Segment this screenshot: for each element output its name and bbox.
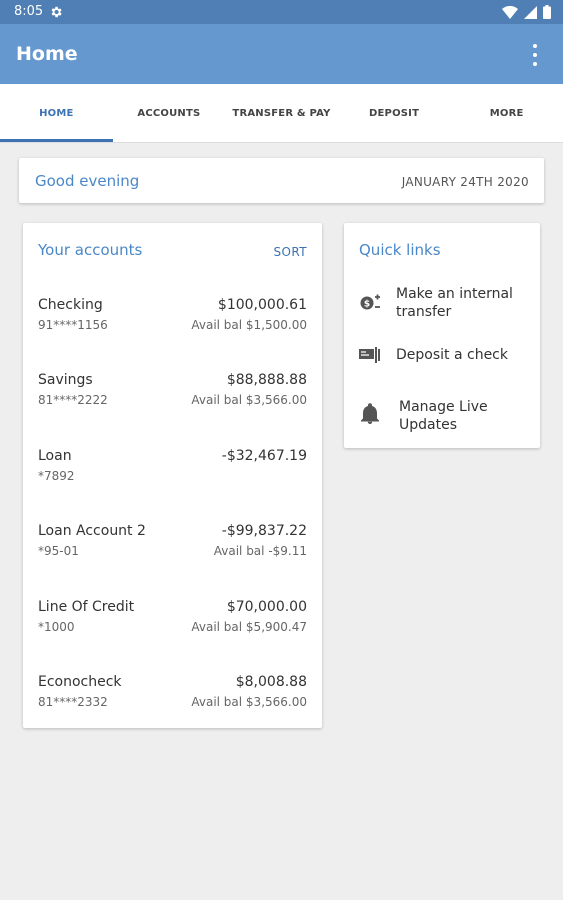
- tab-deposit[interactable]: DEPOSIT: [338, 84, 451, 142]
- account-available-balance: Avail bal $3,566.00: [191, 393, 307, 407]
- greeting-card: Good evening JANUARY 24TH 2020: [19, 158, 544, 203]
- account-number: 81****2332: [38, 695, 108, 709]
- page-title: Home: [16, 43, 78, 65]
- account-row-savings[interactable]: Savings 81****2222 $88,888.88 Avail bal …: [23, 372, 322, 432]
- account-row-loan[interactable]: Loan *7892 -$32,467.19: [23, 448, 322, 508]
- quick-link-label: Manage Live Updates: [399, 399, 488, 433]
- wifi-icon: [502, 5, 518, 19]
- tab-bar: HOME ACCOUNTS TRANSFER & PAY DEPOSIT MOR…: [0, 84, 563, 143]
- quick-links-title: Quick links: [359, 241, 441, 259]
- quick-link-label: Make an internal transfer: [396, 286, 513, 320]
- check-deposit-icon: [359, 347, 380, 363]
- account-row-line-of-credit[interactable]: Line Of Credit *1000 $70,000.00 Avail ba…: [23, 599, 322, 659]
- account-balance: -$32,467.19: [221, 448, 307, 464]
- status-bar: 8:05: [0, 0, 563, 24]
- bell-icon: [361, 403, 379, 424]
- account-name: Loan: [38, 448, 72, 464]
- account-name: Savings: [38, 372, 93, 388]
- account-available-balance: Avail bal -$9.11: [213, 544, 307, 558]
- quick-link-manage-live-updates[interactable]: Manage Live Updates: [344, 396, 540, 436]
- account-name: Line Of Credit: [38, 599, 135, 615]
- account-number: 81****2222: [38, 393, 108, 407]
- tab-accounts[interactable]: ACCOUNTS: [113, 84, 226, 142]
- overflow-menu-icon[interactable]: [525, 44, 545, 66]
- transfer-money-icon: $: [360, 294, 380, 310]
- tab-more[interactable]: MORE: [450, 84, 563, 142]
- account-name: Econocheck: [38, 674, 122, 690]
- account-available-balance: Avail bal $1,500.00: [191, 318, 307, 332]
- account-balance: -$99,837.22: [221, 523, 307, 539]
- accounts-title: Your accounts: [38, 241, 143, 259]
- sort-button[interactable]: SORT: [274, 245, 307, 259]
- account-number: *7892: [38, 469, 75, 483]
- tab-transfer-pay[interactable]: TRANSFER & PAY: [225, 84, 338, 142]
- account-name: Loan Account 2: [38, 523, 146, 539]
- tab-home[interactable]: HOME: [0, 84, 113, 142]
- settings-gear-icon: [51, 6, 62, 18]
- account-balance: $8,008.88: [235, 674, 307, 690]
- account-balance: $100,000.61: [217, 297, 307, 313]
- status-time: 8:05: [14, 4, 44, 19]
- greeting-date: JANUARY 24TH 2020: [401, 175, 529, 189]
- svg-text:$: $: [364, 300, 370, 310]
- account-number: 91****1156: [38, 318, 108, 332]
- account-row-loan-account-2[interactable]: Loan Account 2 *95-01 -$99,837.22 Avail …: [23, 523, 322, 583]
- account-row-econocheck[interactable]: Econocheck 81****2332 $8,008.88 Avail ba…: [23, 674, 322, 734]
- account-name: Checking: [38, 297, 103, 313]
- quick-link-internal-transfer[interactable]: $ Make an internal transfer: [344, 283, 540, 323]
- account-number: *1000: [38, 620, 75, 634]
- app-bar: Home: [0, 24, 563, 84]
- greeting-text: Good evening: [35, 172, 140, 190]
- account-row-checking[interactable]: Checking 91****1156 $100,000.61 Avail ba…: [23, 297, 322, 357]
- battery-icon: [543, 5, 551, 19]
- quick-link-deposit-check[interactable]: Deposit a check: [344, 343, 540, 367]
- account-available-balance: Avail bal $3,566.00: [191, 695, 307, 709]
- account-balance: $88,888.88: [226, 372, 307, 388]
- accounts-card: Your accounts SORT Checking 91****1156 $…: [23, 223, 322, 728]
- account-available-balance: Avail bal $5,900.47: [191, 620, 307, 634]
- quick-links-card: Quick links $ Make an internal transfer D…: [344, 223, 540, 448]
- signal-icon: [524, 5, 537, 19]
- account-number: *95-01: [38, 544, 79, 558]
- quick-link-label: Deposit a check: [396, 347, 508, 363]
- account-balance: $70,000.00: [226, 599, 307, 615]
